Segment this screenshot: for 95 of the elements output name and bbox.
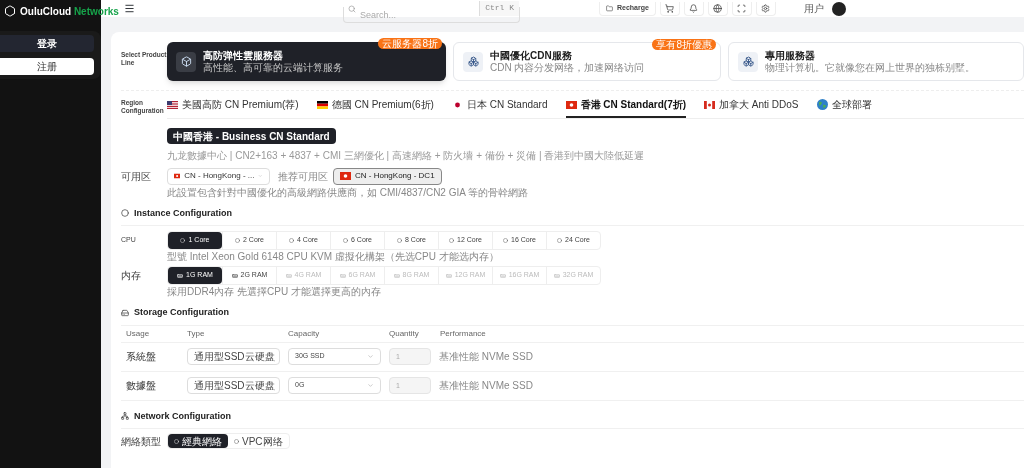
type-select[interactable]: 通用型SSD云硬盘 [187, 348, 280, 365]
folder-icon [606, 4, 613, 12]
bell-button[interactable] [683, 1, 704, 16]
settings-icon [761, 3, 771, 13]
network-type-label: 網絡類型 [121, 434, 162, 449]
performance-cell-text: 基准性能 NVMe SSD [439, 350, 533, 364]
discount-badge: 享有8折優惠 [652, 39, 716, 50]
network-type-option[interactable]: 經典網絡 [168, 434, 228, 448]
network-type-option[interactable]: VPC网络 [228, 434, 289, 448]
circle-icon [289, 238, 294, 243]
flag-icon [174, 172, 181, 180]
logo-icon [4, 5, 16, 17]
chevron-icon [258, 172, 263, 180]
circle-icon [397, 238, 402, 243]
fullscreen-icon [737, 3, 747, 13]
box-icon [742, 56, 754, 67]
memory-icon [231, 272, 238, 279]
product-subtitle: 高性能、高可靠的云端计算服务 [203, 61, 343, 74]
flag-icon [316, 100, 328, 109]
product-title: 專用服務器 [765, 49, 816, 62]
circle-icon [174, 438, 179, 444]
circle-icon [557, 238, 563, 243]
product-title: 中國優化CDN服務 [490, 49, 573, 62]
product-subtitle: CDN 内容分发网络，加速网络访问 [490, 61, 645, 74]
product-card[interactable]: 專用服務器 物理计算机。它就像您在网上世界的独栋别墅。 [728, 42, 1024, 81]
region-tab[interactable]: 加拿大 Anti DDoS [704, 97, 799, 118]
column-header: Usage [126, 327, 151, 340]
circle-icon [121, 209, 129, 218]
circle-icon [234, 438, 239, 444]
memory-icon [553, 272, 560, 279]
memory-label: 内存 [121, 269, 142, 283]
memory-icon [499, 272, 506, 279]
flag-icon [565, 100, 577, 109]
column-header: Capacity [288, 327, 321, 340]
bell-icon [689, 3, 699, 13]
region-description: 九龙數據中心 | CN2+163 + 4837 + CMI 三網優化 | 高速網絡 + 防火墻 + 備份 + 災備 | 香港到中國大陸低延遲 [167, 149, 646, 162]
memory-icon [285, 272, 292, 279]
memory-icon [177, 272, 184, 279]
column-header: Quantity [389, 327, 420, 340]
column-header: Type [187, 327, 206, 340]
network-icon [121, 412, 129, 421]
flag-icon [167, 100, 178, 109]
memory-icon [445, 272, 452, 279]
login-button[interactable]: 登录 [0, 35, 94, 52]
cart-icon [665, 3, 675, 13]
circle-icon [449, 238, 455, 243]
product-subtitle: 物理计算机。它就像您在网上世界的独栋别墅。 [765, 61, 975, 74]
region-tab[interactable]: 全球部署 [816, 97, 872, 118]
usage-cell-text: 數據盤 [126, 379, 157, 393]
circle-icon [503, 238, 509, 243]
chevron-icon [367, 382, 374, 389]
usage-cell-text: 系統盤 [126, 350, 157, 364]
zone-note: 此設置包含針對中國優化的高級網路供應商，如 CMI/4837/CN2 GIA 等的骨幹網路 [167, 186, 530, 199]
region-tab[interactable]: 香港 CN Standard(7折) [565, 97, 687, 118]
type-select[interactable]: 通用型SSD云硬盘 [187, 377, 280, 394]
fullscreen-button[interactable] [731, 1, 752, 16]
box-icon [180, 56, 192, 67]
register-button[interactable]: 注册 [0, 58, 94, 75]
memory-icon [339, 272, 346, 279]
circle-icon [235, 238, 240, 243]
performance-cell-text: 基准性能 NVMe SSD [439, 379, 533, 393]
zone-select[interactable]: CN - HongKong - ... [167, 167, 270, 185]
recommended-label: 推荐可用区 [278, 169, 328, 184]
cart-button[interactable] [659, 1, 680, 16]
product-title: 高防弹性雲服務器 [203, 49, 284, 61]
memory-icon [393, 272, 400, 279]
shortcut-hint: Ctrl K [479, 0, 519, 16]
globe-icon [713, 3, 723, 13]
circle-icon [343, 238, 348, 243]
discount-badge: 云服务器8折 [378, 38, 442, 49]
region-tab[interactable]: 日本 CN Standard [451, 97, 548, 118]
zone-label: 可用区 [121, 169, 152, 184]
box-icon [467, 56, 479, 67]
globe-icon [816, 99, 828, 110]
plan-chip[interactable]: 中國香港 - Business CN Standard [167, 128, 336, 144]
chevron-icon [367, 353, 374, 360]
avatar[interactable] [831, 1, 846, 16]
cpu-note: 型號 Intel Xeon Gold 6148 CPU KVM 虛擬化構架（先选CPU 才能选内存） [167, 251, 500, 263]
flag-icon [704, 100, 716, 109]
user-name: 用户 [803, 2, 824, 16]
section-title: Storage Configuration [134, 306, 229, 319]
section-title: Network Configuration [134, 409, 231, 423]
region-tab[interactable]: 美國高防 CN Premium(荐) [167, 97, 299, 118]
settings-button[interactable] [755, 1, 776, 16]
region-tab[interactable]: 德國 CN Premium(6折) [316, 97, 434, 118]
search-icon [348, 4, 356, 13]
circle-icon [180, 238, 186, 243]
section-title: Instance Configuration [134, 206, 232, 220]
menu-icon[interactable] [124, 3, 135, 14]
drive-icon [121, 308, 129, 317]
flag-icon [340, 172, 351, 180]
memory-note: 採用DDR4內存 先選擇CPU 才能選擇更高的內存 [167, 286, 382, 298]
column-header: Performance [440, 327, 486, 340]
globe-button[interactable] [707, 1, 728, 16]
recommended-zone-button[interactable]: CN - HongKong - DC1 [333, 167, 442, 185]
